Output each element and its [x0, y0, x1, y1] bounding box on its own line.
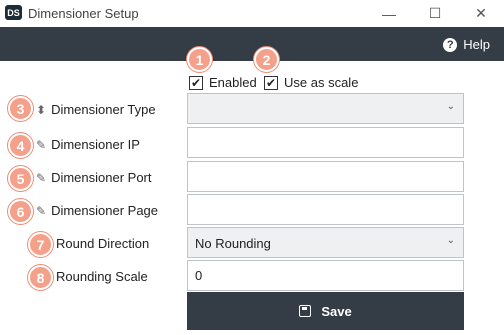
rounding-scale-label-row: Rounding Scale — [56, 269, 148, 284]
chevron-down-icon: ⌄ — [446, 235, 455, 246]
step-badge-1: 1 — [187, 47, 212, 72]
dimensioner-ip-label-row: ✎ Dimensioner IP — [36, 137, 140, 152]
step-badge-2: 2 — [254, 47, 279, 72]
dimensioner-port-input[interactable] — [188, 162, 463, 191]
minimize-button[interactable]: — — [366, 0, 412, 27]
use-as-scale-checkbox[interactable]: ✔ — [264, 75, 278, 90]
use-as-scale-checkbox-row[interactable]: ✔ Use as scale — [264, 75, 358, 90]
close-button[interactable]: ✕ — [458, 0, 504, 27]
step-badge-6: 6 — [8, 199, 33, 224]
dimensioner-page-field[interactable] — [187, 194, 464, 225]
enabled-checkbox-row[interactable]: ✔ Enabled — [189, 75, 257, 90]
step-badge-4: 4 — [8, 133, 33, 158]
app-icon: DS — [5, 5, 22, 20]
save-button[interactable]: Save — [187, 292, 464, 330]
dimensioner-port-label-row: ✎ Dimensioner Port — [36, 170, 152, 185]
sort-icon: ⬍ — [36, 102, 47, 117]
dimensioner-page-label: Dimensioner Page — [51, 203, 159, 218]
step-badge-7: 7 — [28, 232, 53, 257]
toolbar: ? Help — [0, 27, 504, 61]
dimensioner-port-label: Dimensioner Port — [51, 170, 152, 185]
edit-icon: ✎ — [36, 203, 47, 218]
question-circle-icon: ? — [443, 37, 458, 52]
dimensioner-type-select[interactable]: ⌄ — [187, 93, 464, 124]
edit-icon: ✎ — [36, 137, 47, 152]
help-label: Help — [463, 37, 490, 52]
save-label: Save — [321, 303, 352, 319]
step-badge-8: 8 — [28, 265, 53, 290]
use-as-scale-label: Use as scale — [284, 75, 359, 90]
chevron-down-icon: ⌄ — [446, 101, 455, 112]
save-icon — [299, 305, 312, 317]
dimensioner-page-label-row: ✎ Dimensioner Page — [36, 203, 158, 218]
maximize-button[interactable]: ☐ — [412, 0, 458, 27]
enabled-label: Enabled — [209, 75, 257, 90]
dimensioner-ip-field[interactable] — [187, 127, 464, 158]
edit-icon: ✎ — [36, 170, 47, 185]
dimensioner-ip-input[interactable] — [188, 128, 463, 157]
round-direction-label: Round Direction — [56, 236, 150, 251]
dimensioner-port-field[interactable] — [187, 161, 464, 192]
round-direction-value: No Rounding — [195, 236, 271, 251]
rounding-scale-field[interactable] — [187, 260, 464, 291]
round-direction-select[interactable]: No Rounding ⌄ — [187, 227, 464, 258]
title-bar: DS Dimensioner Setup — ☐ ✕ — [0, 0, 504, 27]
round-direction-label-row: Round Direction — [56, 236, 149, 251]
dimensioner-type-label-row: ⬍ Dimensioner Type — [36, 102, 156, 117]
dimensioner-type-label: Dimensioner Type — [51, 102, 156, 117]
dimensioner-page-input[interactable] — [188, 195, 463, 224]
step-badge-5: 5 — [8, 166, 33, 191]
rounding-scale-input[interactable] — [188, 261, 463, 290]
step-badge-3: 3 — [8, 96, 33, 121]
enabled-checkbox[interactable]: ✔ — [189, 75, 203, 90]
rounding-scale-label: Rounding Scale — [56, 269, 148, 284]
window-title: Dimensioner Setup — [28, 6, 139, 21]
help-button[interactable]: ? Help — [443, 37, 490, 52]
dimensioner-ip-label: Dimensioner IP — [51, 137, 140, 152]
